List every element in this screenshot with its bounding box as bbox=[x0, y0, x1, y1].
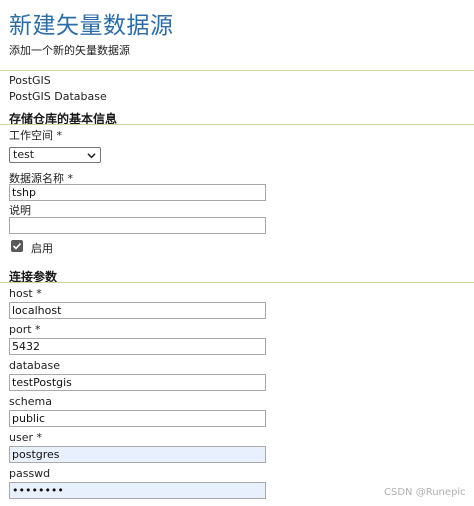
database-field[interactable]: testPostgis bbox=[9, 374, 266, 391]
description-field[interactable] bbox=[9, 217, 266, 234]
workspace-select[interactable]: test bbox=[9, 147, 101, 163]
port-field[interactable]: 5432 bbox=[9, 338, 266, 355]
port-label: port * bbox=[9, 323, 41, 336]
page-title: 新建矢量数据源 bbox=[9, 13, 174, 39]
divider bbox=[0, 124, 474, 125]
check-icon bbox=[12, 242, 22, 250]
workspace-label: 工作空间 * bbox=[9, 129, 62, 142]
schema-field[interactable]: public bbox=[9, 410, 266, 427]
workspace-select-value: test bbox=[13, 148, 35, 161]
user-label: user * bbox=[9, 431, 42, 444]
description-label: 说明 bbox=[9, 204, 31, 217]
name-field[interactable]: tshp bbox=[9, 184, 266, 201]
database-label: database bbox=[9, 359, 60, 372]
watermark: CSDN @Runepic bbox=[384, 487, 466, 498]
host-label: host * bbox=[9, 287, 42, 300]
divider bbox=[0, 282, 474, 283]
user-field[interactable]: postgres bbox=[9, 446, 266, 463]
passwd-field[interactable]: •••••••• bbox=[9, 482, 266, 499]
enabled-checkbox[interactable] bbox=[11, 240, 23, 252]
store-type: PostGIS bbox=[9, 74, 51, 87]
chevron-down-icon bbox=[87, 153, 96, 159]
divider bbox=[0, 70, 474, 71]
passwd-label: passwd bbox=[9, 467, 51, 480]
enabled-label: 启用 bbox=[31, 242, 53, 255]
store-type-description: PostGIS Database bbox=[9, 90, 107, 103]
page-subtitle: 添加一个新的矢量数据源 bbox=[9, 44, 130, 57]
host-field[interactable]: localhost bbox=[9, 302, 266, 319]
schema-label: schema bbox=[9, 395, 52, 408]
